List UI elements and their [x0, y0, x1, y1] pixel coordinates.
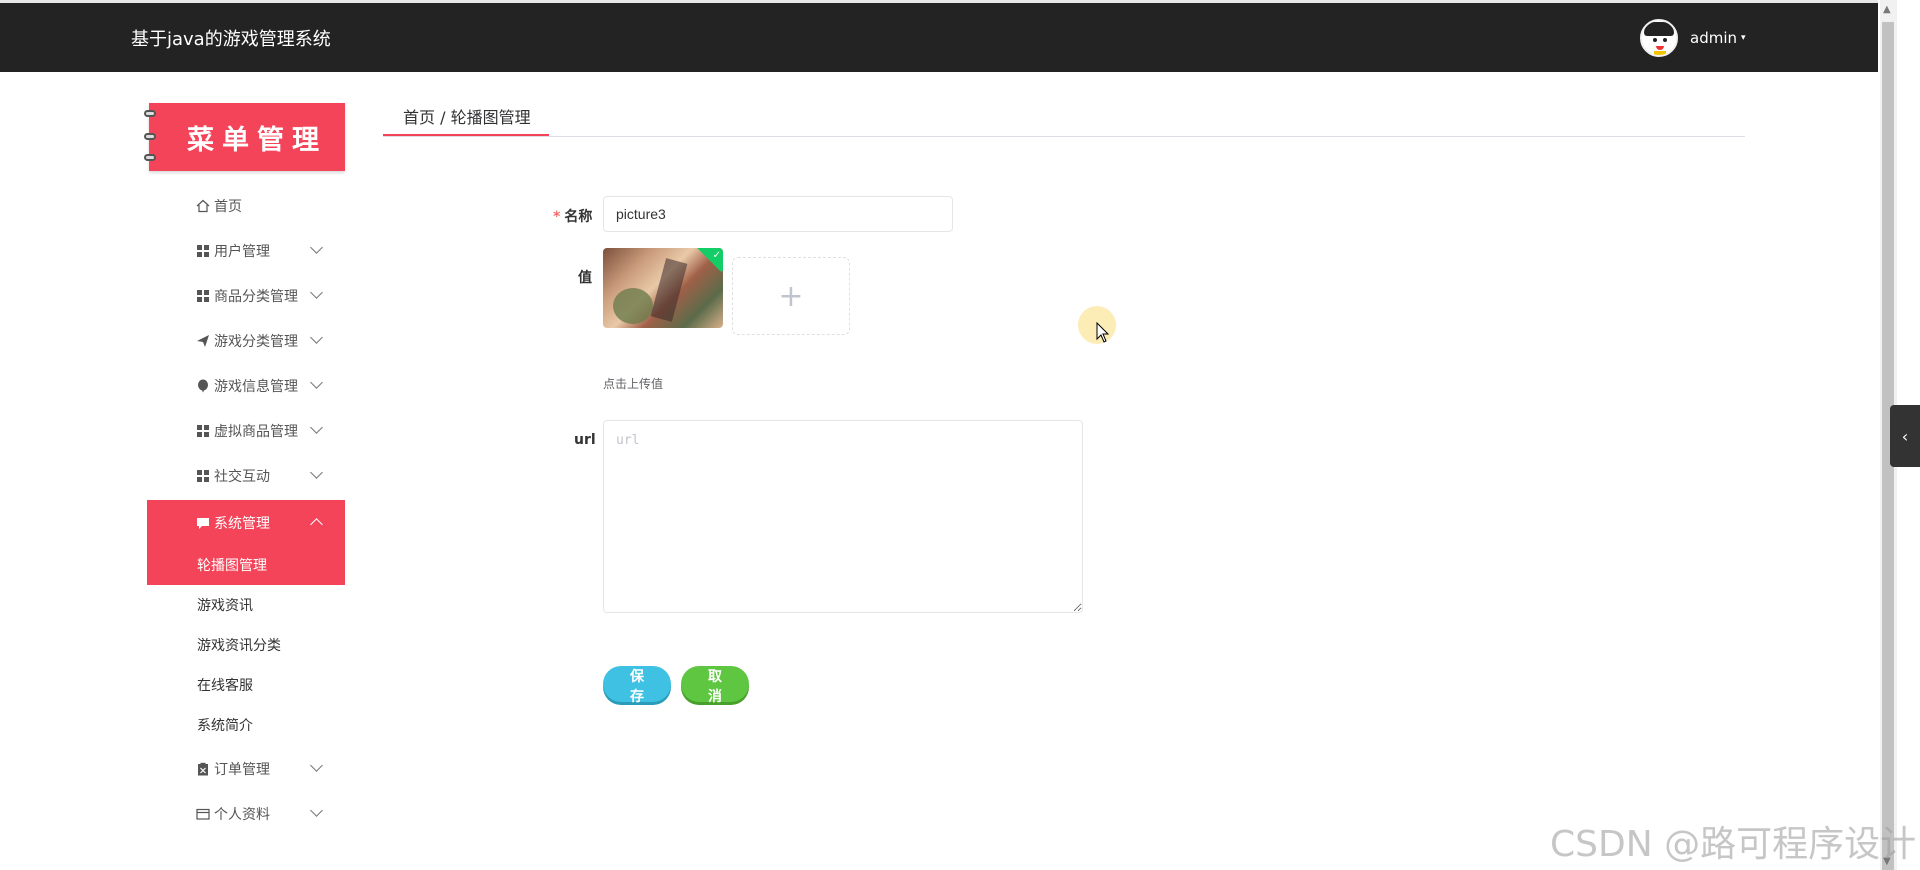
- sidebar-subitem-game-news[interactable]: 游戏资讯: [147, 585, 345, 625]
- user-name[interactable]: admin: [1690, 29, 1737, 47]
- chevron-down-icon: [310, 466, 323, 479]
- sidebar-subitem-label: 轮播图管理: [197, 558, 267, 574]
- sidebar-item-label: 用户管理: [214, 243, 270, 260]
- menu-banner: 菜单管理: [144, 103, 345, 171]
- grid-icon: [196, 244, 210, 258]
- user-menu[interactable]: admin ▾: [1640, 19, 1746, 57]
- chevron-down-icon: [310, 759, 323, 772]
- sidebar-item-label: 游戏分类管理: [214, 333, 298, 350]
- sidebar-subitem-online-service[interactable]: 在线客服: [147, 665, 345, 705]
- sidebar-item-system-management[interactable]: 系统管理: [147, 500, 345, 545]
- chevron-down-icon: [310, 804, 323, 817]
- watermark: CSDN @路可程序设计: [1550, 824, 1917, 865]
- upload-tip: 点击上传值: [603, 377, 664, 391]
- grid-icon: [196, 424, 210, 438]
- sidebar-item-user-management[interactable]: 用户管理: [147, 228, 345, 273]
- sidebar-item-product-category[interactable]: 商品分类管理: [147, 273, 345, 318]
- sidebar-item-game-category[interactable]: 游戏分类管理: [147, 318, 345, 363]
- top-bar: 基于java的游戏管理系统 admin ▾: [0, 0, 1878, 72]
- chevron-up-icon: [310, 518, 323, 531]
- app-title: 基于java的游戏管理系统: [131, 29, 331, 50]
- url-textarea[interactable]: [603, 420, 1083, 613]
- mouse-cursor-icon: [1096, 322, 1110, 343]
- breadcrumb-active-underline: [383, 134, 549, 136]
- clipboard-icon: [196, 762, 210, 776]
- sidebar-item-label: 社交互动: [214, 468, 270, 485]
- chevron-down-icon: [310, 421, 323, 434]
- sidebar-subitem-label: 在线客服: [197, 678, 253, 694]
- sidebar-item-label: 订单管理: [214, 761, 270, 778]
- chevron-down-icon: [310, 241, 323, 254]
- chevron-down-icon: [310, 331, 323, 344]
- chevron-left-icon: ‹: [1901, 426, 1909, 446]
- name-input[interactable]: [603, 196, 953, 232]
- scroll-up-icon[interactable]: ▲: [1883, 4, 1891, 15]
- balloon-icon: [196, 379, 210, 393]
- sidebar-item-order-management[interactable]: 订单管理: [147, 746, 345, 791]
- sidebar-subitem-label: 游戏资讯: [197, 598, 253, 614]
- sidebar-item-label: 商品分类管理: [214, 288, 298, 305]
- sidebar-item-label: 系统管理: [214, 515, 270, 532]
- sidebar-item-game-info[interactable]: 游戏信息管理: [147, 363, 345, 408]
- breadcrumb-bar: 首页 / 轮播图管理: [383, 96, 1745, 137]
- chevron-down-icon: [310, 286, 323, 299]
- sidebar-item-label: 个人资料: [214, 806, 270, 823]
- check-icon: ✓: [712, 250, 721, 261]
- breadcrumb[interactable]: 首页 / 轮播图管理: [403, 104, 531, 128]
- url-label: url: [574, 432, 596, 448]
- grid-icon: [196, 289, 210, 303]
- sidebar-item-label: 游戏信息管理: [214, 378, 298, 395]
- sidebar-item-profile[interactable]: 个人资料: [147, 791, 345, 836]
- value-label: 值: [578, 270, 592, 286]
- sidebar-item-label: 首页: [214, 198, 242, 215]
- sidebar-item-home[interactable]: 首页: [147, 183, 345, 228]
- menu-banner-title: 菜单管理: [187, 124, 327, 156]
- sidebar-subitem-game-news-category[interactable]: 游戏资讯分类: [147, 625, 345, 665]
- sidebar-item-label: 虚拟商品管理: [214, 423, 298, 440]
- caret-down-icon[interactable]: ▾: [1741, 33, 1746, 43]
- save-button[interactable]: 保存: [603, 666, 671, 705]
- image-upload-button[interactable]: +: [732, 257, 850, 335]
- sidebar-subitem-system-intro[interactable]: 系统简介: [147, 705, 345, 745]
- sidebar-subitem-label: 系统简介: [197, 718, 253, 734]
- home-icon: [196, 199, 210, 213]
- name-label: * 名称: [553, 209, 593, 225]
- sidebar-subitem-label: 游戏资讯分类: [197, 638, 281, 654]
- chevron-down-icon: [310, 376, 323, 389]
- avatar[interactable]: [1640, 19, 1678, 57]
- sidebar-subitem-carousel[interactable]: 轮播图管理: [147, 545, 345, 585]
- plus-icon: +: [778, 278, 804, 314]
- chat-icon: [196, 516, 210, 530]
- sidebar-item-virtual-goods[interactable]: 虚拟商品管理: [147, 408, 345, 453]
- card-icon: [196, 807, 210, 821]
- grid-icon: [196, 469, 210, 483]
- required-mark: *: [553, 209, 561, 225]
- uploaded-image-thumbnail[interactable]: ✓: [603, 248, 723, 328]
- paper-plane-icon: [196, 334, 210, 348]
- side-panel-toggle[interactable]: ‹: [1890, 405, 1920, 467]
- sidebar-item-social[interactable]: 社交互动: [147, 453, 345, 498]
- cancel-button[interactable]: 取消: [681, 666, 749, 705]
